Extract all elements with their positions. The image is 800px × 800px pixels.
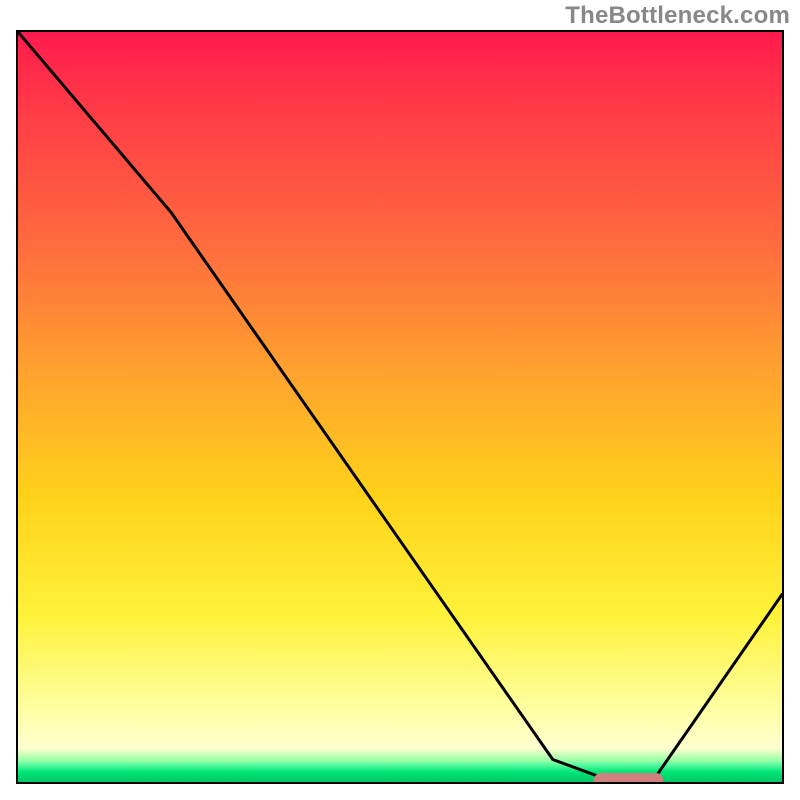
watermark-text: TheBottleneck.com: [565, 2, 790, 30]
optimal-range-marker: [594, 773, 663, 784]
curve-layer: [18, 32, 782, 782]
bottleneck-chart: TheBottleneck.com: [0, 0, 800, 800]
plot-area: [16, 30, 784, 784]
bottleneck-curve-path: [18, 32, 782, 782]
